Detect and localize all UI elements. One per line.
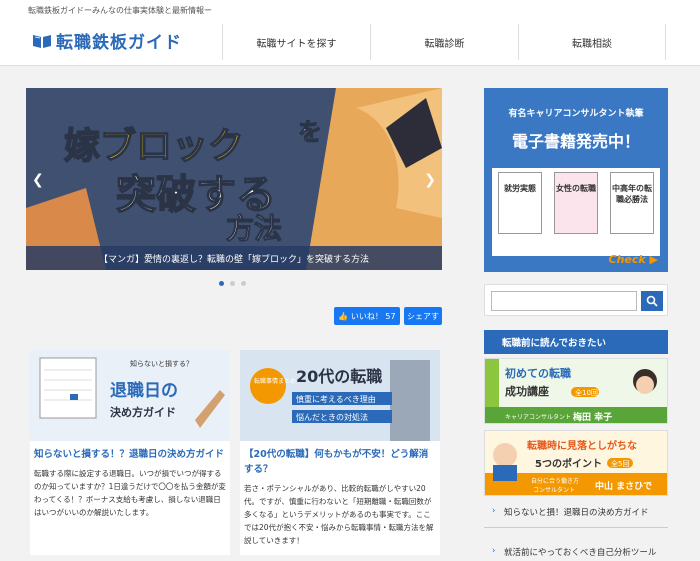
card-excerpt: 転職する際に設定する退職日。いつが損でいつが得するのか知っていますか？1日違うだ… [34, 469, 226, 517]
card-thumbnail-art: 転職事情まとめ 20代の転職 慎重に考えるべき理由 悩んだときの対処法 [240, 350, 440, 441]
slider-dot[interactable] [241, 281, 246, 286]
slide-image: 嫁ブロック を 突破する 方法 [26, 88, 442, 270]
hero-slider[interactable]: 嫁ブロック を 突破する 方法 【マンガ】愛情の裏返し？転職の壁「嫁ブロック」を… [26, 88, 442, 270]
course-badge: 全10回 [575, 388, 598, 397]
course-title-2: 5つのポイント [535, 457, 602, 470]
slide-headline-1: 嫁ブロック [64, 125, 244, 167]
facebook-share-button[interactable]: シェアす [404, 307, 442, 325]
article-card[interactable]: 転職事情まとめ 20代の転職 慎重に考えるべき理由 悩んだときの対処法 【20代… [240, 350, 440, 555]
nav-item-find-site[interactable]: 転職サイトを探す [222, 24, 370, 60]
divider [484, 527, 668, 528]
card-thumb-big-1: 20代の転職 [296, 367, 382, 386]
course-badge: 全5回 [611, 459, 629, 468]
slider-next-arrow-icon[interactable]: ❯ [424, 172, 436, 188]
course-banner-five-points[interactable]: 転職時に見落としがちな 5つのポイント 全5回 自分に合う働き方 コンサルタント… [484, 430, 668, 496]
card-thumb-badge: 転職事情まとめ [254, 377, 296, 385]
card-title[interactable]: 【20代の転職】何もかもが不安！どう解消する？ [240, 441, 440, 477]
card-thumb-big-2: 決め方ガイド [110, 405, 176, 419]
sidebar-link-label: 就活前にやっておくべき自己分析ツール [504, 548, 657, 558]
course-banner-art: 転職時に見落としがちな 5つのポイント 全5回 自分に合う働き方 コンサルタント… [485, 431, 667, 495]
slider-dots [219, 281, 246, 286]
card-thumb-small: 知らないと損する？ [130, 359, 193, 368]
book-icon [33, 34, 51, 48]
logo-text: 転職鉄板ガイド [56, 33, 182, 53]
slide-headline-3: 方法 [226, 212, 282, 245]
course-role-2: コンサルタント [533, 486, 575, 494]
course-author: 中山 まさひで [595, 480, 652, 492]
search-box [484, 284, 668, 316]
search-button[interactable] [641, 291, 663, 311]
book-cover: 女性の転職 [554, 172, 598, 234]
slider-dot[interactable] [219, 281, 224, 286]
card-thumbnail: 転職事情まとめ 20代の転職 慎重に考えるべき理由 悩んだときの対処法 [240, 350, 440, 441]
site-tagline: 転職鉄板ガイドーみんなの仕事実体験と最新情報ー [28, 6, 212, 15]
course-title-1: 初めての転職 [505, 366, 571, 380]
slide-caption[interactable]: 【マンガ】愛情の裏返し？転職の壁「嫁ブロック」を突破する方法 [26, 246, 442, 270]
sidebar-section-title: 転職前に読んでおきたい [484, 330, 668, 354]
card-thumb-sub-1: 慎重に考えるべき理由 [296, 394, 376, 404]
slide-headline-1b: を [298, 118, 322, 146]
ebook-main-text: 電子書籍発売中！ [511, 132, 640, 151]
chevron-right-icon: › [492, 506, 496, 516]
sidebar-link[interactable]: › 就活前にやっておくべき自己分析ツール [484, 546, 668, 558]
course-banner-first-job-change[interactable]: 初めての転職 成功講座 全10回 キャリアコンサルタント 梅田 幸子 [484, 358, 668, 424]
card-title[interactable]: 知らないと損する！？退職日の決め方ガイド [30, 441, 230, 462]
card-excerpt: 若さ・ポテンシャルがあり、比較的転職がしやすい20代。ですが、慎重に行わないと「… [244, 484, 434, 545]
course-role-1: 自分に合う働き方 [531, 477, 579, 485]
slider-prev-arrow-icon[interactable]: ❮ [32, 172, 44, 188]
course-banner-art: 初めての転職 成功講座 全10回 キャリアコンサルタント 梅田 幸子 [485, 359, 667, 423]
card-thumbnail-art: 知らないと損する？ 退職日の 決め方ガイド [30, 350, 230, 441]
site-logo[interactable]: 転職鉄板ガイド [32, 28, 182, 53]
chevron-right-icon: › [492, 546, 496, 556]
card-thumbnail: 知らないと損する？ 退職日の 決め方ガイド [30, 350, 230, 441]
course-title-2: 成功講座 [505, 384, 549, 398]
article-card[interactable]: 知らないと損する？ 退職日の 決め方ガイド 知らないと損する！？退職日の決め方ガ… [30, 350, 230, 555]
nav-item-consultation[interactable]: 転職相談 [518, 24, 666, 60]
card-thumb-big-1: 退職日の [110, 380, 178, 401]
card-thumb-sub-2: 悩んだときの対処法 [296, 412, 368, 422]
slider-dot[interactable] [230, 281, 235, 286]
check-link[interactable]: Check ▶ [609, 253, 659, 266]
book-covers: 就労実態 女性の転職 中高年の転職必勝法 [492, 168, 660, 256]
search-input[interactable] [491, 291, 637, 311]
course-title-1: 転職時に見落としがちな [527, 439, 637, 452]
book-cover: 中高年の転職必勝法 [610, 172, 654, 234]
course-author: 梅田 幸子 [573, 411, 612, 423]
search-icon [646, 295, 658, 307]
ebook-top-text: 有名キャリアコンサルタント執筆 [508, 109, 644, 119]
course-role: キャリアコンサルタント [505, 413, 571, 421]
facebook-like-button[interactable]: 👍 いいね！ 57 [334, 307, 400, 325]
book-cover: 就労実態 [498, 172, 542, 234]
sidebar-link[interactable]: › 知らないと損！退職日の決め方ガイド [484, 506, 668, 518]
sidebar-link-label: 知らないと損！退職日の決め方ガイド [504, 508, 649, 518]
nav-item-diagnosis[interactable]: 転職診断 [370, 24, 518, 60]
site-header: 転職鉄板ガイドーみんなの仕事実体験と最新情報ー 転職鉄板ガイド 転職サイトを探す… [0, 0, 700, 66]
main-nav: 転職サイトを探す 転職診断 転職相談 [222, 24, 666, 60]
ebook-banner[interactable]: 有名キャリアコンサルタント執筆 電子書籍発売中！ 就労実態 女性の転職 中高年の… [484, 88, 668, 272]
